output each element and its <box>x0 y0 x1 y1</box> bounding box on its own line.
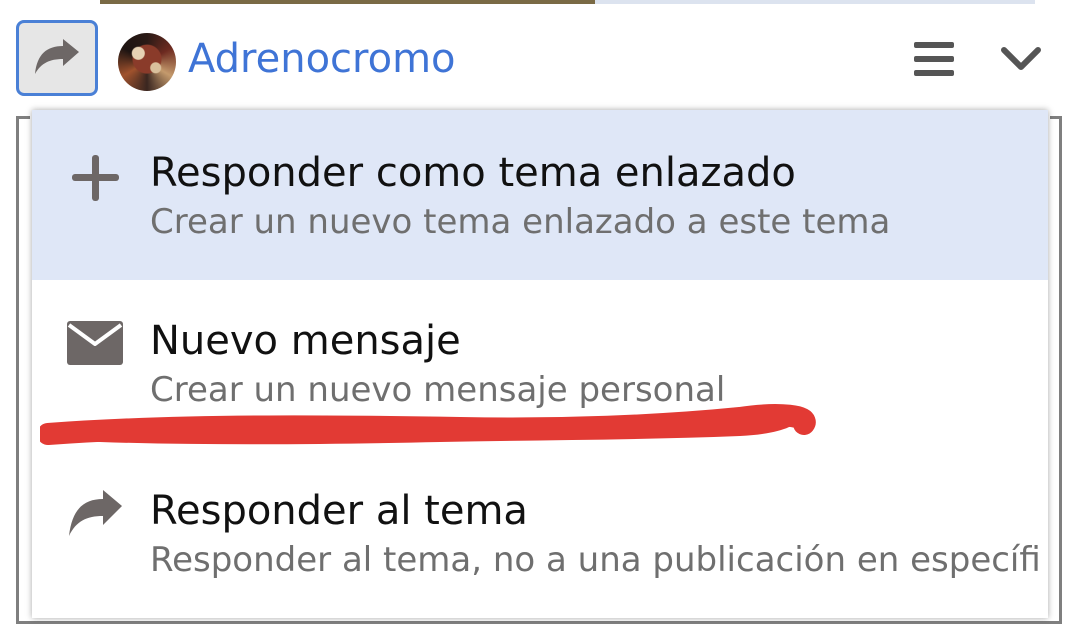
post-content-box-edge <box>16 116 30 119</box>
hamburger-menu-icon[interactable] <box>914 42 954 76</box>
post-content-box-edge <box>1050 116 1062 119</box>
menu-item-title: Nuevo mensaje <box>150 318 461 364</box>
avatar[interactable] <box>118 33 176 91</box>
reply-arrow-icon <box>69 490 122 536</box>
menu-item-reply-to-topic[interactable]: Responder al tema Responder al tema, no … <box>32 450 1048 618</box>
background-panel-edge <box>595 0 1035 4</box>
share-arrow-icon <box>35 39 79 74</box>
menu-item-title: Responder como tema enlazado <box>150 150 796 196</box>
chevron-down-icon[interactable] <box>1000 44 1042 74</box>
screen: Adrenocromo Responder como tema enlazado… <box>0 0 1080 640</box>
menu-item-new-message[interactable]: Nuevo mensaje Crear un nuevo mensaje per… <box>32 280 1048 450</box>
reply-menu-button[interactable] <box>16 20 98 96</box>
menu-item-title: Responder al tema <box>150 488 528 534</box>
menu-item-description: Crear un nuevo tema enlazado a este tema <box>150 202 891 242</box>
menu-item-reply-as-linked-topic[interactable]: Responder como tema enlazado Crear un nu… <box>32 110 1048 280</box>
menu-item-description: Crear un nuevo mensaje personal <box>150 370 726 410</box>
username-link[interactable]: Adrenocromo <box>188 32 456 86</box>
background-image-edge <box>100 0 595 4</box>
plus-icon <box>72 155 119 201</box>
envelope-icon <box>67 321 123 365</box>
reply-options-dropdown: Responder como tema enlazado Crear un nu… <box>32 110 1048 618</box>
menu-item-description: Responder al tema, no a una publicación … <box>150 540 1041 580</box>
